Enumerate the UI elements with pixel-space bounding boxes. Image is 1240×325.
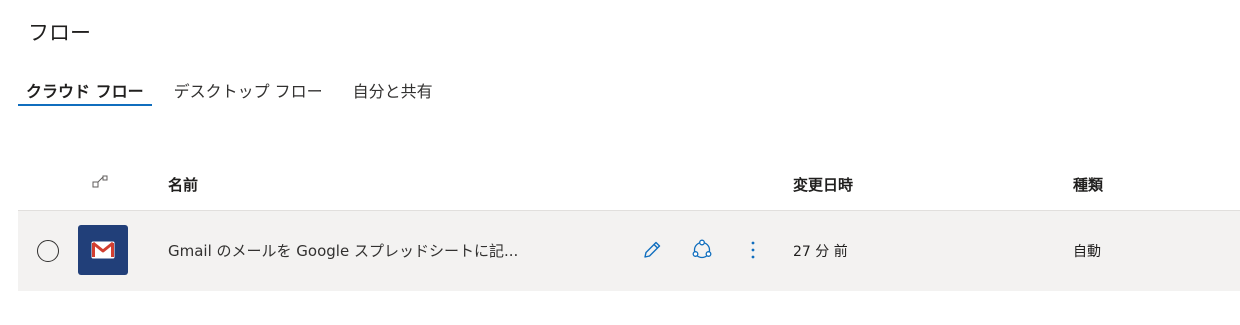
- column-header-type[interactable]: 種類: [1073, 174, 1103, 195]
- flows-table: 名前 変更日時 種類 Gmail のメールを Google スプレッドシートに記…: [18, 160, 1240, 291]
- file-type-icon[interactable]: [92, 175, 110, 189]
- table-header-row: 名前 変更日時 種類: [18, 160, 1240, 211]
- more-options-icon[interactable]: [740, 237, 766, 263]
- modified-cell: 27 分 前: [793, 244, 848, 260]
- flow-name-link[interactable]: Gmail のメールを Google スプレッドシートに記...: [168, 240, 598, 261]
- share-icon[interactable]: [689, 237, 715, 263]
- flow-tabs: クラウド フロー デスクトップ フロー 自分と共有: [18, 72, 441, 106]
- table-row[interactable]: Gmail のメールを Google スプレッドシートに記... 27 分 前: [18, 211, 1240, 291]
- tab-desktop-flows[interactable]: デスクトップ フロー: [166, 72, 331, 106]
- gmail-icon: [78, 225, 128, 275]
- type-cell: 自動: [1073, 244, 1101, 260]
- tab-shared-with-me[interactable]: 自分と共有: [345, 72, 441, 106]
- tab-cloud-flows[interactable]: クラウド フロー: [18, 72, 152, 106]
- column-header-modified[interactable]: 変更日時: [793, 174, 853, 195]
- edit-icon[interactable]: [639, 237, 665, 263]
- row-select-radio[interactable]: [37, 240, 59, 262]
- column-header-name[interactable]: 名前: [168, 174, 198, 195]
- page-title: フロー: [28, 21, 91, 45]
